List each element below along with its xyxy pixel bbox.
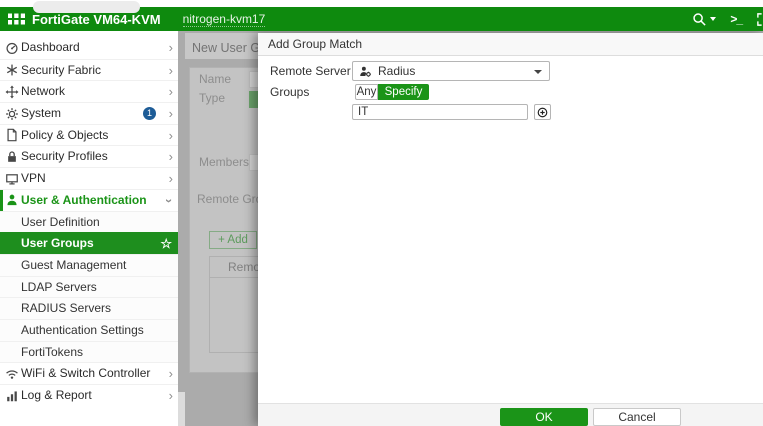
gear-icon [5, 107, 19, 121]
chevron-right-icon: › [169, 37, 173, 59]
add-group-match-modal: Add Group Match Remote Server Radius Gro… [258, 33, 763, 426]
sidebar-item-label: User & Authentication [21, 193, 147, 207]
sidebar-item-label: Policy & Objects [21, 128, 108, 142]
sidebar-item-user-authentication[interactable]: User & Authentication › [0, 189, 178, 211]
move-icon [5, 85, 19, 99]
sidebar-item-label: Log & Report [21, 388, 92, 402]
sidebar-item-label: FortiTokens [21, 345, 83, 359]
sidebar-item-ldap-servers[interactable]: LDAP Servers [0, 276, 178, 298]
groups-specify-button[interactable]: Specify [378, 84, 429, 100]
sidebar-item-network[interactable]: Network › [0, 80, 178, 102]
groups-label: Groups [270, 84, 309, 100]
monitor-icon [5, 172, 19, 186]
sidebar-item-label: System [21, 106, 61, 120]
browser-tab-shape [33, 1, 140, 13]
plus-circle-icon [537, 107, 548, 118]
terminal-icon[interactable]: >_ [730, 12, 742, 26]
chevron-right-icon: › [169, 81, 173, 103]
sidebar-item-wifi-switch-controller[interactable]: WiFi & Switch Controller › [0, 362, 178, 384]
caret-down-icon [710, 17, 716, 21]
sidebar-item-security-fabric[interactable]: Security Fabric › [0, 59, 178, 81]
chevron-right-icon: › [169, 385, 173, 407]
sidebar-item-label: Security Profiles [21, 149, 108, 163]
sidebar-item-label: RADIUS Servers [21, 301, 111, 315]
type-label: Type [199, 91, 225, 105]
sidebar-item-label: Security Fabric [21, 63, 101, 77]
sidebar-item-label: LDAP Servers [21, 280, 97, 294]
fabric-icon [5, 63, 19, 77]
modal-title: Add Group Match [258, 33, 763, 56]
header-actions: >_ [692, 7, 763, 31]
sidebar-item-vpn[interactable]: VPN › [0, 167, 178, 189]
notification-badge: 1 [143, 107, 156, 120]
groups-any-button[interactable]: Any [355, 84, 378, 100]
remote-server-value: Radius [378, 62, 415, 80]
sidebar-item-label: User Groups [21, 236, 94, 250]
members-label: Members [199, 155, 249, 169]
scrollbar-track[interactable] [178, 392, 185, 426]
fullscreen-icon[interactable] [756, 12, 763, 27]
remote-server-label: Remote Server [270, 61, 351, 81]
product-title: FortiGate VM64-KVM [32, 12, 161, 27]
chevron-right-icon: › [169, 103, 173, 125]
sidebar-item-radius-servers[interactable]: RADIUS Servers [0, 297, 178, 319]
browser-strip [0, 0, 763, 7]
chevron-down-icon: › [158, 198, 180, 202]
sidebar-item-user-definition[interactable]: User Definition [0, 211, 178, 233]
sidebar-item-log-report[interactable]: Log & Report › [0, 384, 178, 406]
chevron-right-icon: › [169, 363, 173, 385]
fortinet-logo-icon [8, 11, 25, 27]
remote-server-select[interactable]: Radius [352, 61, 550, 81]
group-name-input[interactable] [352, 104, 528, 120]
sidebar-item-system[interactable]: System 1 › [0, 102, 178, 124]
sidebar-item-policy-objects[interactable]: Policy & Objects › [0, 124, 178, 146]
chevron-right-icon: › [169, 168, 173, 190]
chevron-down-icon [534, 70, 542, 74]
hostname[interactable]: nitrogen-kvm17 [183, 12, 266, 27]
favorite-star-icon[interactable]: ☆ [160, 233, 172, 255]
sidebar-item-label: VPN [21, 171, 46, 185]
chevron-right-icon: › [169, 125, 173, 147]
modal-footer: OK Cancel [258, 403, 763, 426]
ok-button[interactable]: OK [500, 408, 588, 426]
sidebar-item-label: Authentication Settings [21, 323, 144, 337]
name-label: Name [199, 72, 231, 86]
sidebar-item-label: Dashboard [21, 40, 80, 54]
search-icon[interactable] [692, 12, 716, 27]
sidebar-item-label: Network [21, 84, 65, 98]
sidebar-item-fortitokens[interactable]: FortiTokens [0, 341, 178, 363]
chevron-right-icon: › [169, 146, 173, 168]
doc-icon [5, 128, 19, 142]
add-group-row-button[interactable] [534, 104, 551, 120]
sidebar-item-label: User Definition [21, 215, 100, 229]
user-gear-icon [359, 65, 372, 78]
gauge-icon [5, 41, 19, 55]
sidebar-item-user-groups[interactable]: User Groups ☆ [0, 232, 178, 254]
add-remote-group-button: + Add [209, 231, 257, 249]
chart-icon [5, 389, 19, 403]
chevron-right-icon: › [169, 60, 173, 82]
app-window: FortiGate VM64-KVM nitrogen-kvm17 >_ Das… [0, 0, 763, 426]
sidebar: Dashboard›Security Fabric›Network›System… [0, 31, 178, 426]
person-icon [5, 193, 19, 207]
cancel-button[interactable]: Cancel [593, 408, 681, 426]
sidebar-item-security-profiles[interactable]: Security Profiles › [0, 145, 178, 167]
sidebar-item-dashboard[interactable]: Dashboard › [0, 37, 178, 59]
sidebar-item-label: WiFi & Switch Controller [21, 366, 150, 380]
wifi-icon [5, 367, 19, 381]
sidebar-item-guest-management[interactable]: Guest Management [0, 254, 178, 276]
sidebar-item-label: Guest Management [21, 258, 126, 272]
lock-icon [5, 150, 19, 164]
sidebar-item-authentication-settings[interactable]: Authentication Settings [0, 319, 178, 341]
